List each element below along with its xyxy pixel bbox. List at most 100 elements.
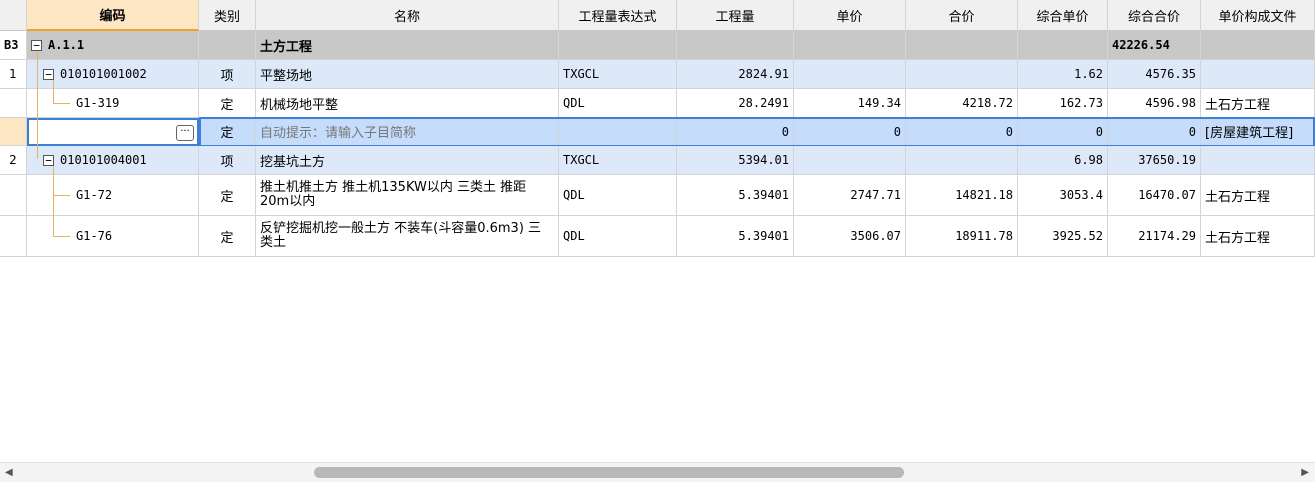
table-row[interactable]: 2 − 010101004001 项 挖基坑土方 TXGCL 5394.01 6… [0,146,1315,175]
expression-cell[interactable]: TXGCL [559,146,677,175]
table-row-active[interactable]: ··· 定 自动提示：请输入子目简称 0 0 0 0 0 [房屋建筑工程] [0,118,1315,146]
header-code[interactable]: 编码 [27,0,199,31]
quantity-cell[interactable]: 0 [677,118,794,146]
type-cell[interactable]: 定 [199,216,256,257]
composite-unit-price-cell[interactable]: 3925.52 [1018,216,1108,257]
tree-connector [37,139,38,159]
row-number: B3 [0,31,27,60]
table-row[interactable]: G1-319 定 机械场地平整 QDL 28.2491 149.34 4218.… [0,89,1315,118]
composite-total-cell[interactable]: 0 [1108,118,1201,146]
quantity-cell[interactable]: 5394.01 [677,146,794,175]
header-price-file[interactable]: 单价构成文件 [1201,0,1315,31]
header-quantity[interactable]: 工程量 [677,0,794,31]
name-cell[interactable]: 推土机推土方 推土机135KW以内 三类土 推距20m以内 [256,175,559,216]
expression-cell[interactable]: TXGCL [559,60,677,89]
composite-total-cell[interactable]: 37650.19 [1108,146,1201,175]
table-row[interactable]: G1-76 定 反铲挖掘机挖一般土方 不装车(斗容量0.6m3) 三类土 QDL… [0,216,1315,257]
quantity-cell[interactable] [677,31,794,60]
total-price-cell[interactable] [906,31,1018,60]
price-file-cell[interactable]: 土石方工程 [1201,216,1315,257]
unit-price-cell[interactable] [794,146,906,175]
collapse-icon[interactable]: − [31,39,42,51]
code-value: 010101004001 [60,153,147,167]
total-price-cell[interactable] [906,60,1018,89]
name-cell[interactable]: 机械场地平整 [256,89,559,118]
quantity-cell[interactable]: 2824.91 [677,60,794,89]
more-options-button[interactable]: ··· [176,125,194,141]
expression-cell[interactable]: QDL [559,216,677,257]
unit-price-cell[interactable] [794,60,906,89]
row-number [0,216,27,257]
scroll-right-icon[interactable]: ▶ [1301,467,1309,478]
type-cell[interactable]: 项 [199,60,256,89]
header-type[interactable]: 类别 [199,0,256,31]
code-cell[interactable]: − A.1.1 [27,31,199,60]
total-price-cell[interactable] [906,146,1018,175]
total-price-cell[interactable]: 14821.18 [906,175,1018,216]
header-total-price[interactable]: 合价 [906,0,1018,31]
composite-unit-price-cell[interactable]: 1.62 [1018,60,1108,89]
type-cell[interactable]: 定 [199,175,256,216]
name-cell[interactable]: 平整场地 [256,60,559,89]
horizontal-scrollbar[interactable]: ◀ ▶ [0,462,1315,482]
composite-unit-price-cell[interactable]: 6.98 [1018,146,1108,175]
unit-price-cell[interactable] [794,31,906,60]
composite-unit-price-cell[interactable]: 3053.4 [1018,175,1108,216]
row-number: 1 [0,60,27,89]
expression-cell[interactable] [559,31,677,60]
expression-cell[interactable]: QDL [559,89,677,118]
price-file-cell[interactable] [1201,146,1315,175]
total-price-cell[interactable]: 0 [906,118,1018,146]
name-cell[interactable]: 挖基坑土方 [256,146,559,175]
total-price-cell[interactable]: 18911.78 [906,216,1018,257]
unit-price-cell[interactable]: 0 [794,118,906,146]
type-cell[interactable]: 项 [199,146,256,175]
collapse-icon[interactable]: − [43,154,54,166]
header-unit-price[interactable]: 单价 [794,0,906,31]
quantity-cell[interactable]: 28.2491 [677,89,794,118]
quantity-cell[interactable]: 5.39401 [677,175,794,216]
composite-unit-price-cell[interactable]: 162.73 [1018,89,1108,118]
tree-connector [53,195,70,196]
code-input-cell[interactable]: ··· [27,118,199,146]
scroll-left-icon[interactable]: ◀ [5,467,13,478]
unit-price-cell[interactable]: 3506.07 [794,216,906,257]
header-composite-total[interactable]: 综合合价 [1108,0,1201,31]
composite-total-cell[interactable]: 16470.07 [1108,175,1201,216]
name-cell[interactable]: 土方工程 [256,31,559,60]
composite-total-cell[interactable]: 4596.98 [1108,89,1201,118]
type-cell[interactable]: 定 [199,118,256,146]
composite-total-cell[interactable]: 4576.35 [1108,60,1201,89]
tree-connector [53,103,70,104]
total-price-cell[interactable]: 4218.72 [906,89,1018,118]
tree-connector [37,51,38,139]
price-file-cell[interactable]: 土石方工程 [1201,175,1315,216]
composite-total-cell[interactable]: 42226.54 [1108,31,1201,60]
table-row[interactable]: 1 − 010101001002 项 平整场地 TXGCL 2824.91 1.… [0,60,1315,89]
header-expression[interactable]: 工程量表达式 [559,0,677,31]
type-cell[interactable] [199,31,256,60]
unit-price-cell[interactable]: 149.34 [794,89,906,118]
expression-cell[interactable]: QDL [559,175,677,216]
header-name[interactable]: 名称 [256,0,559,31]
composite-unit-price-cell[interactable] [1018,31,1108,60]
table-row-group[interactable]: B3 − A.1.1 土方工程 42226.54 [0,31,1315,60]
price-file-cell[interactable] [1201,31,1315,60]
tree-connector [53,80,54,103]
grid-header: 编码 类别 名称 工程量表达式 工程量 单价 合价 综合单价 综合合价 单价构成… [0,0,1315,31]
price-file-cell[interactable]: [房屋建筑工程] [1201,118,1315,146]
price-file-cell[interactable] [1201,60,1315,89]
type-cell[interactable]: 定 [199,89,256,118]
price-file-cell[interactable]: 土石方工程 [1201,89,1315,118]
table-row[interactable]: G1-72 定 推土机推土方 推土机135KW以内 三类土 推距20m以内 QD… [0,175,1315,216]
composite-unit-price-cell[interactable]: 0 [1018,118,1108,146]
expression-cell[interactable] [559,118,677,146]
scrollbar-thumb[interactable] [314,467,904,478]
quantity-cell[interactable]: 5.39401 [677,216,794,257]
name-hint-cell[interactable]: 自动提示：请输入子目简称 [256,118,559,146]
unit-price-cell[interactable]: 2747.71 [794,175,906,216]
composite-total-cell[interactable]: 21174.29 [1108,216,1201,257]
name-cell[interactable]: 反铲挖掘机挖一般土方 不装车(斗容量0.6m3) 三类土 [256,216,559,257]
header-composite-unit-price[interactable]: 综合单价 [1018,0,1108,31]
collapse-icon[interactable]: − [43,68,54,80]
